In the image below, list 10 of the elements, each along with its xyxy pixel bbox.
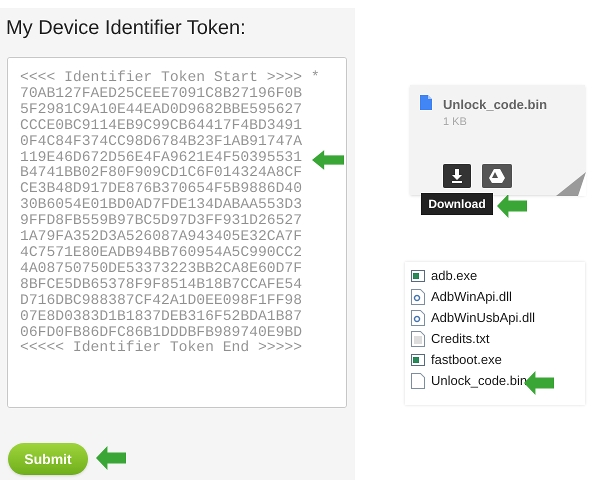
download-tooltip: Download [421, 193, 493, 215]
form-title: My Device Identifier Token: [6, 16, 246, 41]
file-size: 1 KB [443, 115, 467, 130]
file-item[interactable]: Unlock_code.bin [411, 372, 585, 390]
file-item[interactable]: Credits.txt [411, 330, 585, 348]
file-item[interactable]: AdbWinApi.dll [411, 288, 585, 306]
file-name: Unlock_code.bin [443, 96, 548, 114]
file-item[interactable]: fastboot.exe [411, 351, 585, 369]
file-item[interactable]: AdbWinUsbApi.dll [411, 309, 585, 327]
file-item[interactable]: adb.exe [411, 267, 585, 285]
